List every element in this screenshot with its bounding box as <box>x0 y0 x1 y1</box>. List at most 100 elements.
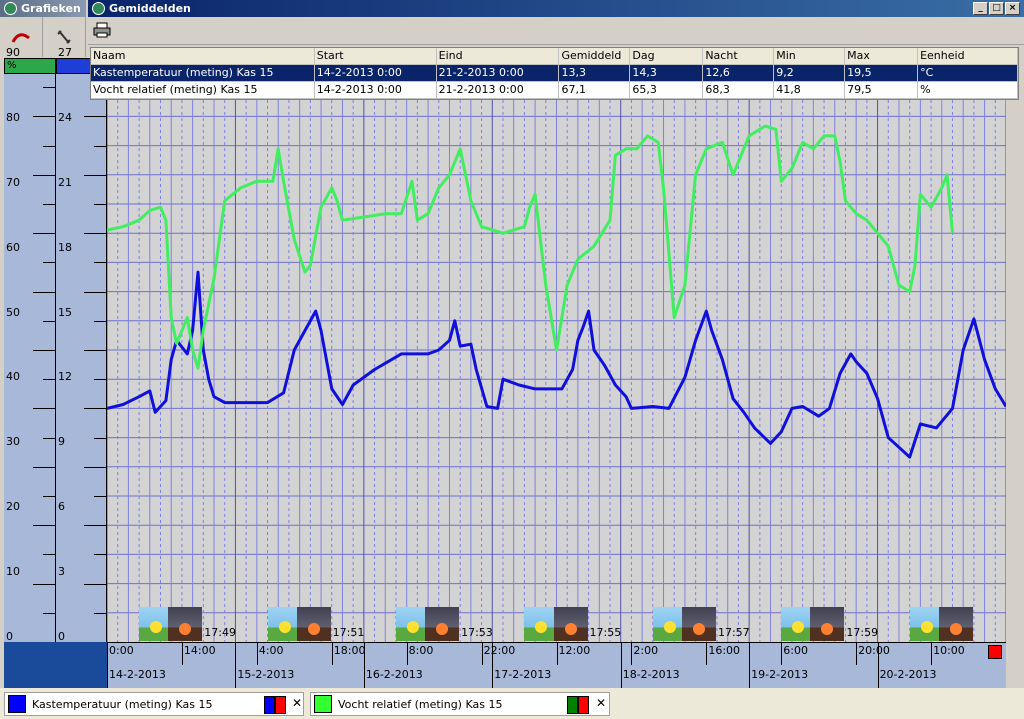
sunset-icon <box>938 607 973 641</box>
y-tick-label-temperature: 18 <box>58 240 72 254</box>
table-cell: 65,3 <box>630 82 704 99</box>
y-axis-humidity: 90 80 70 60 50 40 30 20 10 0 <box>4 46 56 643</box>
x-tick-label: 20:00 <box>858 644 890 657</box>
sunset-time: 17:49 <box>204 626 236 639</box>
y-tick-mark <box>84 350 106 351</box>
x-tick-label: 14:00 <box>183 644 216 657</box>
sunset-icon <box>425 607 460 641</box>
y-tick-mark <box>94 262 106 264</box>
maximize-button[interactable]: □ <box>989 2 1004 15</box>
x-tick-mark <box>556 643 558 665</box>
x-tick-mark <box>256 643 258 665</box>
y-tick-mark <box>33 116 55 118</box>
sunset-time: 17:55 <box>589 626 622 639</box>
x-date-label: 17-2-2013 <box>494 668 552 681</box>
x-tick-mark <box>406 643 408 665</box>
y-tick-mark <box>84 525 106 527</box>
legend-bar: Kastemperatuur (meting) Kas 15 ✕ Vocht r… <box>0 688 1024 719</box>
table-row[interactable]: Vocht relatief (meting) Kas 15 14-2-2013… <box>91 82 1018 99</box>
main-window-titlebar[interactable]: Gemiddelden _ □ × <box>88 0 1024 17</box>
legend-swatch <box>8 695 26 713</box>
y-tick-mark <box>43 612 55 614</box>
table-cell: Vocht relatief (meting) Kas 15 <box>91 82 315 99</box>
x-tick-mark <box>706 643 708 665</box>
x-tick-label: 18:00 <box>333 644 366 657</box>
y-tick-label-humidity: 20 <box>6 500 20 514</box>
y-tick-mark <box>84 291 106 293</box>
table-cell: 21-2-2013 0:00 <box>436 82 560 99</box>
remove-temperature-icon[interactable]: ✕ <box>292 696 302 710</box>
legend-item-temperature[interactable]: Kastemperatuur (meting) Kas 15 <box>4 692 304 716</box>
minimize-button[interactable]: _ <box>973 2 988 15</box>
header-min[interactable]: Min <box>774 48 846 65</box>
line-chart[interactable] <box>107 58 1006 642</box>
y-tick-label-temperature: 6 <box>58 500 65 514</box>
header-start[interactable]: Start <box>314 48 437 65</box>
table-cell: 79,5 <box>845 82 919 99</box>
y-tick-mark <box>94 320 106 322</box>
sunset-icon <box>681 607 716 641</box>
y-tick-label-humidity: 30 <box>6 435 20 449</box>
y-tick-mark <box>94 379 106 381</box>
table-cell: 41,8 <box>774 82 846 99</box>
graph-icon <box>11 33 30 43</box>
header-dag[interactable]: Dag <box>630 48 704 65</box>
main-window-title: Gemiddelden <box>109 2 191 15</box>
y-tick-label-humidity: 50 <box>6 305 20 319</box>
x-tick-label: 6:00 <box>783 644 808 657</box>
y-tick-mark <box>84 466 106 468</box>
header-gemiddeld[interactable]: Gemiddeld <box>559 48 631 65</box>
header-naam[interactable]: Naam <box>91 48 315 65</box>
close-button[interactable]: × <box>1005 2 1020 15</box>
y-tick-label-humidity: 10 <box>6 565 20 579</box>
y-tick-mark <box>94 612 106 614</box>
color-pair-temperature[interactable] <box>264 696 286 714</box>
table-cell: 19,5 <box>845 65 919 82</box>
sunset-icon <box>810 607 845 641</box>
x-axis-corner <box>4 642 107 688</box>
y-axis-temperature: 27 24 21 18 15 12 9 6 3 0 <box>56 46 107 643</box>
y-tick-mark <box>43 87 55 89</box>
x-tick-label: 0:00 <box>109 644 134 657</box>
x-axis: 0:00 14:00 4:00 18:00 8:00 22:00 12:00 2:00 16:0… <box>4 642 1006 689</box>
table-cell: Kastemperatuur (meting) Kas 15 <box>91 65 315 82</box>
x-tick-label: 22:00 <box>483 644 516 657</box>
print-button[interactable] <box>92 21 114 41</box>
y-tick-mark <box>43 496 55 497</box>
main-toolbar <box>88 17 1024 45</box>
app-icon <box>92 2 105 15</box>
x-day-separator <box>877 643 879 689</box>
y-tick-mark <box>94 496 106 497</box>
y-tick-label-temperature: 3 <box>58 565 65 579</box>
header-max[interactable]: Max <box>845 48 919 65</box>
table-row[interactable]: Kastemperatuur (meting) Kas 15 14-2-2013… <box>91 65 1018 82</box>
header-eenheid[interactable]: Eenheid <box>918 48 1018 65</box>
header-eind[interactable]: Eind <box>436 48 560 65</box>
table-header: Naam Start Eind Gemiddeld Dag Nacht Min … <box>91 48 1018 65</box>
x-day-separator <box>749 643 751 689</box>
x-day-separator <box>107 643 108 689</box>
y-tick-mark <box>33 525 55 527</box>
y-tick-mark <box>84 583 106 585</box>
table-cell: 14,3 <box>630 65 704 82</box>
x-tick-label: 10:00 <box>933 644 965 657</box>
remove-humidity-icon[interactable]: ✕ <box>596 696 606 710</box>
x-day-separator <box>492 643 494 689</box>
y-tick-label-humidity: 60 <box>6 240 20 254</box>
sunset-time: 17:59 <box>846 626 879 639</box>
sunset-time: 17:57 <box>717 626 750 639</box>
legend-label: Kastemperatuur (meting) Kas 15 <box>32 697 213 711</box>
y-tick-mark <box>84 174 106 176</box>
table-cell: °C <box>918 65 1018 82</box>
legend-item-humidity[interactable]: Vocht relatief (meting) Kas 15 <box>310 692 610 716</box>
x-tick-label: 8:00 <box>408 644 434 657</box>
x-day-separator <box>235 643 237 689</box>
print-icon <box>93 22 111 38</box>
x-date-label: 20-2-2013 <box>879 668 937 681</box>
x-tick-mark <box>781 643 783 665</box>
header-nacht[interactable]: Nacht <box>703 48 775 65</box>
y-tick-mark <box>43 554 55 556</box>
red-marker-button[interactable] <box>988 645 1002 659</box>
table-cell: 68,3 <box>703 82 775 99</box>
color-pair-humidity[interactable] <box>567 696 589 714</box>
